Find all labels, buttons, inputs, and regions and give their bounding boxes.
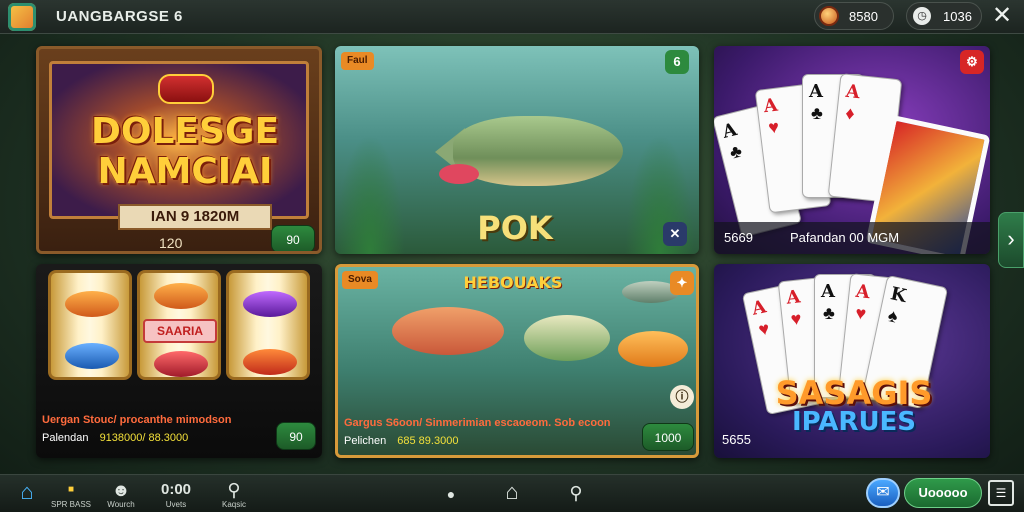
- chat-icon: ✉: [876, 484, 890, 501]
- game-title: POK: [477, 209, 553, 247]
- record-icon: ●: [446, 486, 456, 502]
- game-card-sasagis[interactable]: A ♥ A ♥ A ♣ A ♥ K ♠ SASAGIS IPARUES 5655: [714, 264, 990, 458]
- game-title-line2: NAMCIAI: [97, 151, 273, 192]
- next-arrow-button[interactable]: ›: [998, 212, 1024, 268]
- coin-icon: [819, 6, 839, 26]
- close-icon: ✕: [991, 2, 1013, 29]
- home-icon: ⌂: [505, 479, 519, 504]
- close-button[interactable]: ✕: [988, 2, 1016, 30]
- play-button[interactable]: 1000: [642, 423, 694, 451]
- nav-wourch[interactable]: ☻ Wourch: [100, 475, 142, 512]
- jackpot-value: 685 89.3000: [397, 435, 459, 447]
- app-title: UANGBARGSE 6: [56, 8, 183, 25]
- game-card-slots[interactable]: SAARIA Uergan Stouc/ procanthe mimodson …: [36, 264, 322, 458]
- game-title-line2: IPARUES: [791, 407, 917, 437]
- nav-lobby[interactable]: ⌂: [496, 475, 528, 512]
- chat-button[interactable]: ✉: [866, 478, 900, 508]
- fish-icon: [392, 307, 504, 355]
- user-button[interactable]: Uooooo: [904, 478, 982, 508]
- game-subtitle: IAN 9 1820M: [118, 204, 272, 230]
- corner-badge[interactable]: ✦: [670, 271, 694, 295]
- footer-left-text: 5655: [722, 432, 751, 447]
- nav-label: SPR BASS: [50, 500, 91, 509]
- menu-button[interactable]: ☰: [988, 480, 1014, 506]
- jackpot-row: Palendan 9138000/ 88.3000: [42, 432, 188, 444]
- game-tag: Sova: [342, 271, 378, 289]
- play-button[interactable]: 90: [276, 422, 316, 450]
- fish-icon: [524, 315, 610, 361]
- game-card-hebouaks[interactable]: Sova HEBOUAKS ✦ ⓘ Gargus S6oon/ Sinmerim…: [335, 264, 699, 458]
- location-icon: ⚲: [227, 480, 241, 500]
- plant-decoration: [335, 134, 405, 254]
- game-card-pok[interactable]: Faul 6 POK ✕: [335, 46, 699, 254]
- nav-label: Wourch: [107, 500, 135, 509]
- time-value: 1036: [943, 9, 972, 24]
- jackpot-label: Pelichen: [344, 435, 387, 447]
- play-button[interactable]: 90: [271, 225, 315, 251]
- nav-label: Uvets: [165, 500, 187, 509]
- nav-record[interactable]: ●: [438, 475, 464, 512]
- close-icon[interactable]: ✕: [663, 222, 687, 246]
- nav-uvets[interactable]: 0:00 Uvets: [154, 475, 198, 512]
- nav-label: Kaqsic: [221, 500, 246, 509]
- fish-icon: [65, 291, 119, 317]
- chevron-right-icon: ›: [1007, 226, 1015, 251]
- fish-icon: [65, 343, 119, 369]
- fish-icon: [243, 291, 297, 317]
- fish-icon: [154, 283, 208, 309]
- nav-kaqsic[interactable]: ⚲ Kaqsic: [212, 475, 256, 512]
- time-counter[interactable]: ◷ 1036: [906, 2, 982, 30]
- game-card-dolesge[interactable]: DOLESGE NAMCIAI IAN 9 1820M 120 90: [36, 46, 322, 254]
- bonus-icon: ■: [67, 484, 75, 495]
- corner-badge[interactable]: 6: [665, 50, 689, 74]
- game-description: Gargus S6oon/ Sinmerimian escaoeom. Sob …: [344, 417, 611, 429]
- jackpot-value: 9138000/ 88.3000: [99, 432, 189, 444]
- fish-icon: [243, 349, 297, 375]
- corner-badge[interactable]: ⚙: [960, 50, 984, 74]
- slot-center-label: SAARIA: [143, 319, 217, 343]
- crest-icon: [158, 74, 214, 104]
- jackpot-label: Palendan: [42, 432, 89, 444]
- home-icon: ⌂: [20, 479, 34, 504]
- top-bar: UANGBARGSE 6 8580 ◷ 1036 ✕: [0, 0, 1024, 34]
- fish-icon: [154, 351, 208, 377]
- footer-left-text: 5669: [724, 230, 753, 245]
- game-tag: Faul: [341, 52, 374, 70]
- nav-home[interactable]: ⌂: [10, 475, 44, 512]
- fish-icon: [618, 331, 688, 367]
- slot-reel: [226, 270, 310, 380]
- avatar-icon: ☻: [111, 480, 131, 500]
- game-score: 120: [159, 235, 183, 251]
- menu-icon: ☰: [995, 486, 1007, 500]
- coin-amount: 8580: [849, 9, 878, 24]
- game-banner: DOLESGE NAMCIAI IAN 9 1820M: [49, 61, 309, 230]
- info-icon[interactable]: ⓘ: [670, 385, 694, 409]
- game-card-poker[interactable]: A ♣ A ♥ A ♣ A ♦ ⚙ 5669 Pafandan 00 MGM: [714, 46, 990, 254]
- fish-icon: [439, 164, 479, 184]
- jackpot-row: Pelichen 685 89.3000: [344, 435, 458, 447]
- game-description: Uergan Stouc/ procanthe mimodson: [42, 414, 232, 426]
- nav-clock-text: 0:00: [160, 481, 192, 498]
- app-logo-icon[interactable]: [8, 3, 36, 31]
- nav-location[interactable]: ⚲: [562, 475, 590, 512]
- slot-reel: [48, 270, 132, 380]
- clock-icon: ◷: [913, 7, 931, 25]
- footer-right-text: Pafandan 00 MGM: [790, 230, 900, 245]
- game-title: HEBOUAKS: [463, 273, 563, 292]
- nav-bonus[interactable]: ■ SPR BASS: [46, 475, 96, 512]
- game-title-line1: DOLESGE: [90, 111, 280, 152]
- location-icon: ⚲: [569, 483, 583, 503]
- game-title-line1: SASAGIS: [775, 374, 933, 412]
- coin-balance[interactable]: 8580: [814, 2, 894, 30]
